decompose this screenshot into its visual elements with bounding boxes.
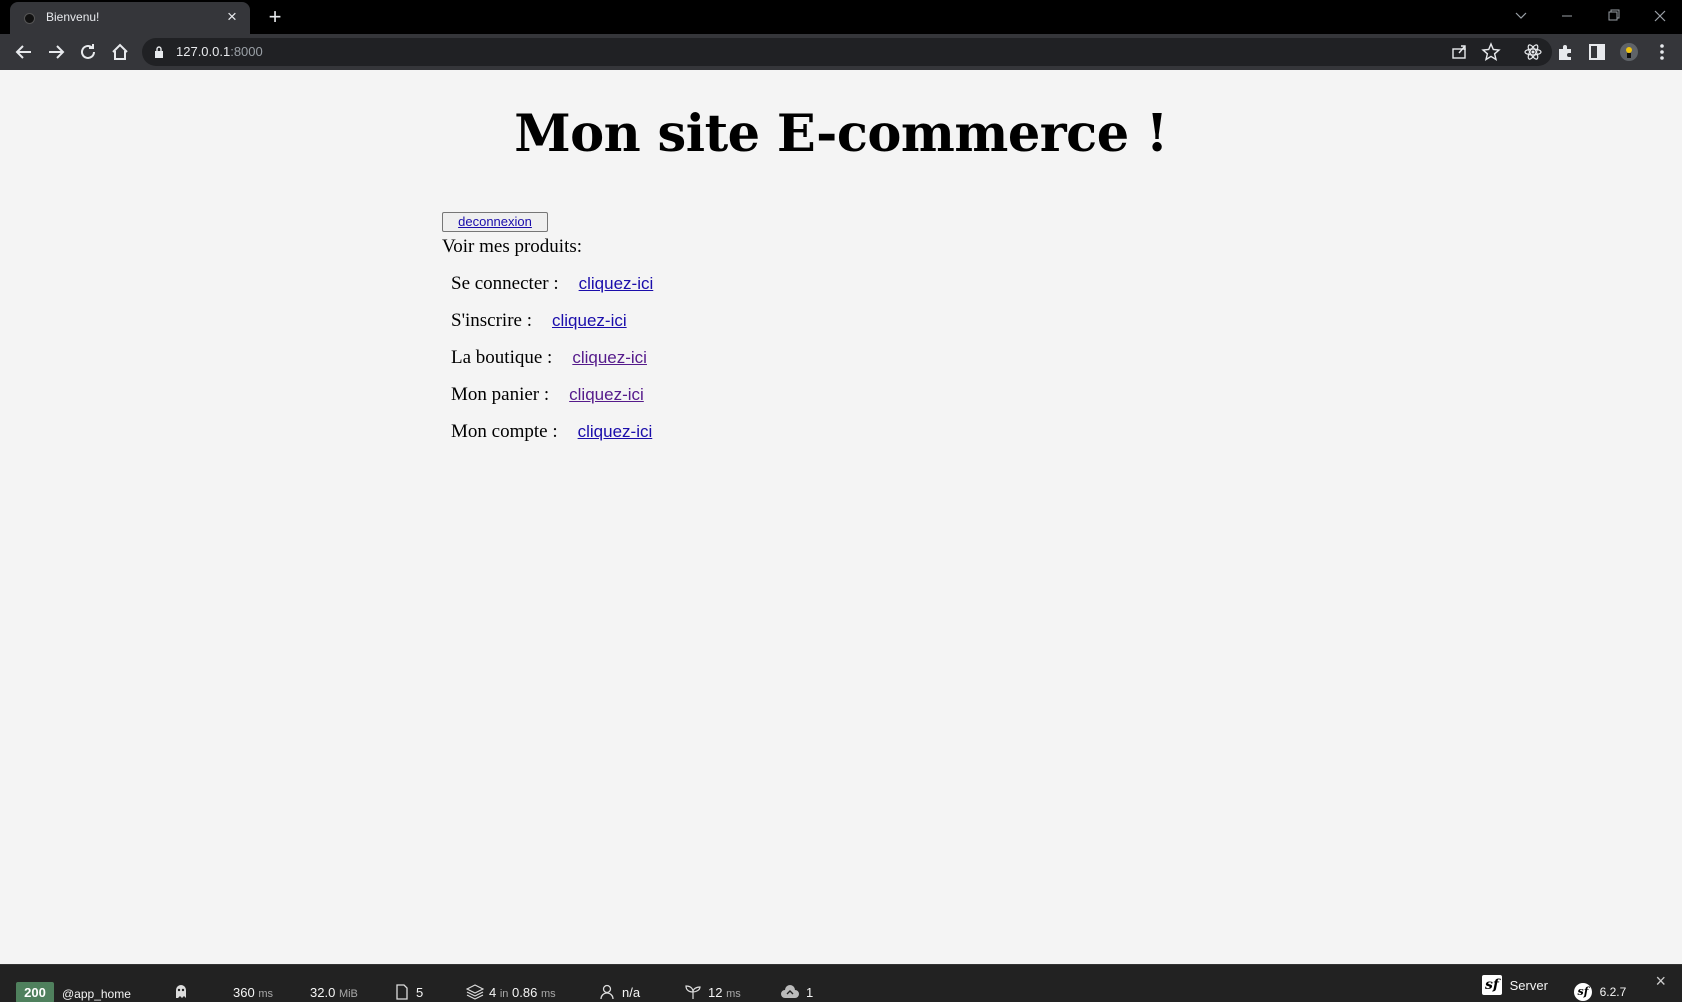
symfony-logo-icon: sf bbox=[1482, 975, 1502, 995]
symfony-version[interactable]: sf 6.2.7 bbox=[1574, 983, 1626, 1001]
ghost-icon[interactable] bbox=[172, 982, 190, 1000]
tab-search-icon[interactable] bbox=[1506, 4, 1536, 28]
tab-close-icon[interactable]: × bbox=[222, 7, 242, 27]
browser-toolbar: 127.0.0.1:8000 bbox=[0, 34, 1682, 70]
account-label: Mon compte : bbox=[451, 421, 558, 442]
register-row: S'inscrire : cliquez-ici bbox=[451, 310, 653, 347]
side-panel-icon[interactable] bbox=[1584, 39, 1610, 65]
cache-stats[interactable]: 4 in 0.86 ms bbox=[489, 985, 556, 1000]
account-link[interactable]: cliquez-ici bbox=[578, 422, 653, 441]
toolbar-close-icon[interactable]: × bbox=[1655, 971, 1666, 992]
browser-menu-icon[interactable] bbox=[1649, 39, 1675, 65]
share-icon[interactable] bbox=[1446, 39, 1472, 65]
forward-icon[interactable] bbox=[43, 39, 69, 65]
page-title: Mon site E-commerce ! bbox=[514, 104, 1168, 164]
minimize-icon[interactable] bbox=[1552, 4, 1582, 28]
home-icon[interactable] bbox=[107, 39, 133, 65]
request-time-value: 360 bbox=[233, 985, 255, 1000]
request-time-unit: ms bbox=[258, 988, 273, 1000]
cart-label: Mon panier : bbox=[451, 384, 550, 405]
cloud-upload-icon[interactable] bbox=[780, 984, 800, 1000]
profile-avatar-icon[interactable] bbox=[1616, 39, 1642, 65]
reload-icon[interactable] bbox=[75, 39, 101, 65]
shop-label: La boutique : bbox=[451, 347, 553, 368]
deploy-count[interactable]: 1 bbox=[806, 985, 813, 1000]
logs-file-icon[interactable] bbox=[395, 984, 409, 1000]
react-devtools-icon[interactable] bbox=[1520, 39, 1546, 65]
login-row: Se connecter : cliquez-ici bbox=[451, 273, 653, 310]
new-tab-icon[interactable]: + bbox=[262, 4, 288, 30]
route-name[interactable]: @app_home bbox=[62, 987, 131, 1001]
symfony-version-logo-icon: sf bbox=[1574, 983, 1592, 1001]
cart-link[interactable]: cliquez-ici bbox=[569, 385, 644, 404]
logout-button[interactable]: deconnexion bbox=[442, 212, 548, 232]
navigation-links: Se connecter : cliquez-ici S'inscrire : cl… bbox=[451, 273, 653, 458]
memory-value: 32.0 bbox=[310, 985, 336, 1000]
close-window-icon[interactable] bbox=[1645, 4, 1675, 28]
cache-value: 4 bbox=[489, 985, 497, 1000]
browser-tab[interactable]: Bienvenu! × bbox=[10, 2, 250, 34]
browser-titlebar: Bienvenu! × + bbox=[0, 0, 1682, 34]
cache-in: in bbox=[499, 988, 509, 1000]
user-icon[interactable] bbox=[600, 984, 614, 1000]
favicon-icon bbox=[24, 13, 35, 24]
products-label: Voir mes produits: bbox=[442, 236, 583, 257]
shop-link[interactable]: cliquez-ici bbox=[572, 348, 647, 367]
shop-row: La boutique : cliquez-ici bbox=[451, 347, 653, 384]
twig-unit: ms bbox=[726, 988, 741, 1000]
back-icon[interactable] bbox=[11, 39, 37, 65]
tab-title: Bienvenu! bbox=[46, 10, 100, 24]
restore-icon[interactable] bbox=[1598, 4, 1628, 28]
server-label: Server bbox=[1509, 977, 1548, 993]
server-info[interactable]: sf Server bbox=[1482, 975, 1548, 995]
twig-leaf-icon[interactable] bbox=[684, 984, 702, 1000]
symfony-debug-toolbar: 200 @app_home 360 ms 32.0 MiB 5 4 in 0.8… bbox=[0, 964, 1682, 1002]
login-label: Se connecter : bbox=[451, 273, 559, 294]
register-label: S'inscrire : bbox=[451, 310, 532, 331]
user-value[interactable]: n/a bbox=[622, 985, 640, 1000]
memory-unit: MiB bbox=[338, 988, 358, 1000]
symfony-version-value: 6.2.7 bbox=[1599, 985, 1627, 999]
cart-row: Mon panier : cliquez-ici bbox=[451, 384, 653, 421]
bookmark-star-icon[interactable] bbox=[1478, 39, 1504, 65]
account-row: Mon compte : cliquez-ici bbox=[451, 421, 653, 458]
twig-value: 12 bbox=[708, 985, 723, 1000]
twig-time[interactable]: 12 ms bbox=[708, 985, 741, 1000]
cache-time: 0.86 bbox=[512, 985, 538, 1000]
request-time[interactable]: 360 ms bbox=[233, 985, 273, 1000]
memory-usage[interactable]: 32.0 MiB bbox=[310, 985, 358, 1000]
lock-icon[interactable] bbox=[154, 46, 164, 58]
url-text: 127.0.0.1:8000 bbox=[176, 44, 263, 59]
logs-count[interactable]: 5 bbox=[416, 985, 423, 1000]
status-code-badge[interactable]: 200 bbox=[16, 982, 54, 1002]
url-host: 127.0.0.1 bbox=[176, 44, 231, 59]
logout-link[interactable]: deconnexion bbox=[458, 214, 532, 229]
url-port: :8000 bbox=[230, 44, 263, 59]
address-bar[interactable]: 127.0.0.1:8000 bbox=[142, 38, 1552, 66]
register-link[interactable]: cliquez-ici bbox=[552, 311, 627, 330]
cache-unit: ms bbox=[540, 988, 556, 1000]
cache-layers-icon[interactable] bbox=[466, 984, 484, 1000]
extensions-icon[interactable] bbox=[1552, 39, 1578, 65]
login-link[interactable]: cliquez-ici bbox=[579, 274, 654, 293]
